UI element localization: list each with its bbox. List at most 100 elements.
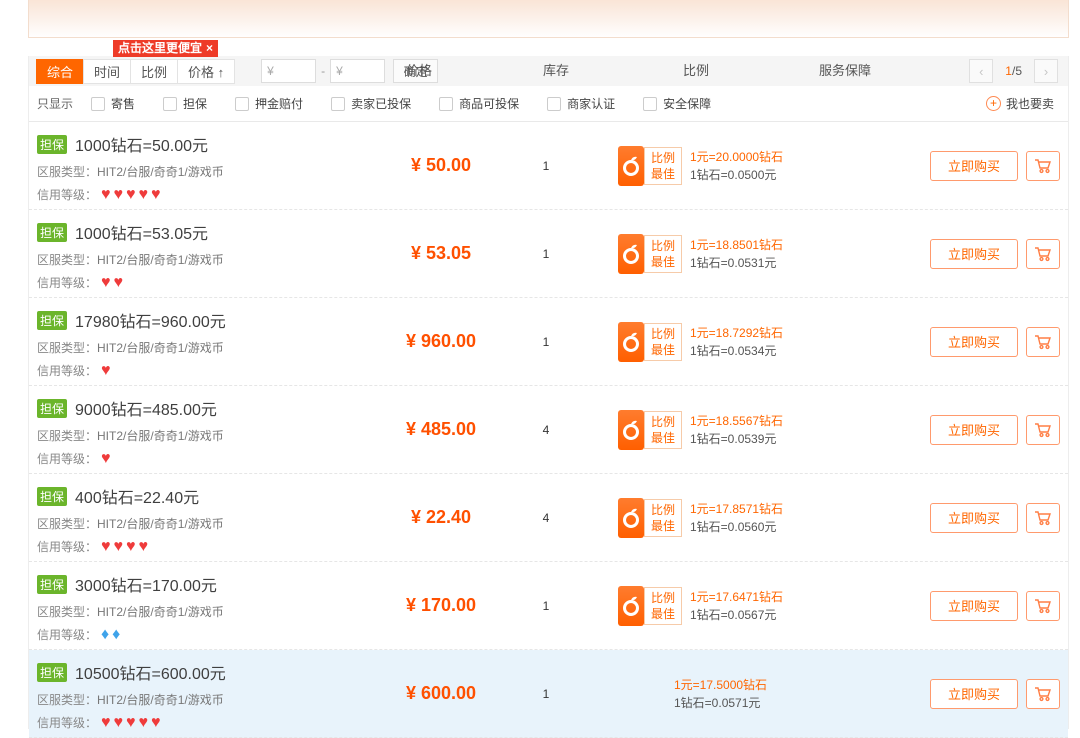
credit-heart-icons: ♥♥ — [101, 276, 126, 290]
listing-title[interactable]: 1000钻石=50.00元 — [75, 132, 208, 156]
close-icon[interactable]: × — [206, 41, 213, 55]
rate-primary: 1元=20.0000钻石 — [690, 148, 783, 166]
credit-label: 信用等级： — [37, 274, 97, 291]
checkbox[interactable] — [439, 97, 453, 111]
rate-primary: 1元=18.8501钻石 — [690, 236, 783, 254]
listing-title[interactable]: 10500钻石=600.00元 — [75, 660, 226, 684]
rate-primary: 1元=17.8571钻石 — [690, 500, 783, 518]
add-to-cart-button[interactable] — [1026, 239, 1060, 269]
listing-title[interactable]: 400钻石=22.40元 — [75, 484, 199, 508]
listing-ratio: 比例最佳 1元=18.5567钻石 1钻石=0.0539元 — [591, 386, 891, 473]
sort-tab-ratio[interactable]: 比例 — [130, 59, 178, 84]
buy-now-button[interactable]: 立即购买 — [930, 415, 1018, 445]
add-to-cart-button[interactable] — [1026, 679, 1060, 709]
buy-now-button[interactable]: 立即购买 — [930, 591, 1018, 621]
guarantee-badge: 担保 — [37, 487, 67, 506]
filter-safety[interactable]: 安全保障 — [643, 95, 711, 112]
listing-row[interactable]: 担保1000钻石=50.00元 区服类型：HIT2/台服/奇奇1/游戏币 信用等… — [29, 122, 1068, 210]
next-page-icon[interactable]: › — [1034, 59, 1058, 83]
rate-primary: 1元=17.6471钻石 — [690, 588, 783, 606]
cart-icon — [1034, 598, 1052, 614]
best-ratio-badge: 比例最佳 — [618, 586, 682, 626]
sort-tab-comprehensive[interactable]: 综合 — [36, 59, 84, 84]
checkbox[interactable] — [235, 97, 249, 111]
price-max-input[interactable] — [330, 59, 385, 83]
listing-stock: 1 — [501, 650, 591, 737]
rate-secondary: 1钻石=0.0539元 — [690, 430, 783, 448]
best-ratio-badge: 比例最佳 — [618, 146, 682, 186]
buy-now-button[interactable]: 立即购买 — [930, 239, 1018, 269]
credit-label: 信用等级： — [37, 626, 97, 643]
listings: 担保 1000钻石=50.00元 区服类型： HIT2/台服/奇奇1/游戏币 信用等… — [29, 122, 1068, 738]
cart-icon — [1034, 422, 1052, 438]
listing-price: ¥ 960.00 — [381, 298, 501, 385]
listings-panel: 点击这里更便宜× 综合 时间 比例 价格 ↑ - 确定 价格 库存 比例 服务保… — [28, 56, 1069, 729]
i-want-to-sell-link[interactable]: + 我也要卖 — [986, 95, 1054, 112]
promo-banner — [28, 0, 1069, 38]
server-type-value: HIT2/台服/奇奇1/游戏币 — [97, 253, 224, 267]
server-type-label: 区服类型： — [37, 693, 97, 707]
listing-info: 担保1000钻石=50.00元 区服类型：HIT2/台服/奇奇1/游戏币 信用等… — [29, 122, 381, 209]
column-header-ratio: 比例 — [683, 56, 709, 86]
listing-title[interactable]: 17980钻石=960.00元 — [75, 308, 226, 332]
listing-ratio: 比例最佳 1元=18.8501钻石 1钻石=0.0531元 — [591, 210, 891, 297]
page-indicator: 1/5 — [1005, 64, 1022, 78]
server-type-label: 区服类型： — [37, 517, 97, 531]
ratio-badge-text: 比例最佳 — [644, 323, 682, 361]
price-min-input[interactable] — [261, 59, 316, 83]
listing-title[interactable]: 1000钻石=53.05元 — [75, 220, 208, 244]
rate-lines: 1元=20.0000钻石 1钻石=0.0500元 — [690, 148, 783, 184]
rate-secondary: 1钻石=0.0500元 — [690, 166, 783, 184]
add-to-cart-button[interactable] — [1026, 591, 1060, 621]
checkbox[interactable] — [163, 97, 177, 111]
listing-price: ¥ 485.00 — [381, 386, 501, 473]
sort-toolbar: 点击这里更便宜× 综合 时间 比例 价格 ↑ - 确定 价格 库存 比例 服务保… — [29, 56, 1068, 86]
server-type-value: HIT2/台服/奇奇1/游戏币 — [97, 341, 224, 355]
add-to-cart-button[interactable] — [1026, 415, 1060, 445]
listing-stock: 1 — [501, 562, 591, 649]
listing-row[interactable]: 担保17980钻石=960.00元 区服类型：HIT2/台服/奇奇1/游戏币 信… — [29, 298, 1068, 386]
buy-now-button[interactable]: 立即购买 — [930, 151, 1018, 181]
listing-row[interactable]: 担保400钻石=22.40元 区服类型：HIT2/台服/奇奇1/游戏币 信用等级… — [29, 474, 1068, 562]
listing-row[interactable]: 担保9000钻石=485.00元 区服类型：HIT2/台服/奇奇1/游戏币 信用… — [29, 386, 1068, 474]
rate-primary: 1元=18.5567钻石 — [690, 412, 783, 430]
add-to-cart-button[interactable] — [1026, 151, 1060, 181]
listing-row[interactable]: 担保3000钻石=170.00元 区服类型：HIT2/台服/奇奇1/游戏币 信用… — [29, 562, 1068, 650]
ratio-best-icon — [618, 234, 644, 274]
sort-tab-price[interactable]: 价格 ↑ — [177, 59, 235, 84]
rate-lines: 1元=17.8571钻石 1钻石=0.0560元 — [690, 500, 783, 536]
buy-now-button[interactable]: 立即购买 — [930, 503, 1018, 533]
best-ratio-badge: 比例最佳 — [618, 322, 682, 362]
filter-consignment[interactable]: 寄售 — [91, 95, 135, 112]
filter-item-insurable[interactable]: 商品可投保 — [439, 95, 519, 112]
listing-title[interactable]: 3000钻石=170.00元 — [75, 572, 217, 596]
listing-info: 担保10500钻石=600.00元 区服类型：HIT2/台服/奇奇1/游戏币 信… — [29, 650, 381, 737]
buy-now-button[interactable]: 立即购买 — [930, 679, 1018, 709]
listing-ratio: 比例最佳 1元=17.8571钻石 1钻石=0.0560元 — [591, 474, 891, 561]
ratio-best-icon — [618, 146, 644, 186]
add-to-cart-button[interactable] — [1026, 503, 1060, 533]
ratio-badge-text: 比例最佳 — [644, 147, 682, 185]
prev-page-icon[interactable]: ‹ — [969, 59, 993, 83]
filter-seller-insured[interactable]: 卖家已投保 — [331, 95, 411, 112]
server-type-label: 区服类型： — [37, 165, 97, 179]
sort-tab-time[interactable]: 时间 — [83, 59, 131, 84]
plus-icon: + — [986, 96, 1001, 111]
add-to-cart-button[interactable] — [1026, 327, 1060, 357]
filter-deposit[interactable]: 押金赔付 — [235, 95, 303, 112]
listing-info: 担保3000钻石=170.00元 区服类型：HIT2/台服/奇奇1/游戏币 信用… — [29, 562, 381, 649]
filter-guarantee[interactable]: 担保 — [163, 95, 207, 112]
checkbox[interactable] — [547, 97, 561, 111]
checkbox[interactable] — [91, 97, 105, 111]
cart-icon — [1034, 158, 1052, 174]
listing-row[interactable]: 担保1000钻石=53.05元 区服类型：HIT2/台服/奇奇1/游戏币 信用等… — [29, 210, 1068, 298]
filter-merchant-verified[interactable]: 商家认证 — [547, 95, 615, 112]
listing-title[interactable]: 9000钻石=485.00元 — [75, 396, 217, 420]
credit-diamond-icons: ♦♦ — [101, 628, 123, 642]
buy-now-button[interactable]: 立即购买 — [930, 327, 1018, 357]
filter-option-label: 商家认证 — [567, 95, 615, 112]
guarantee-badge: 担保 — [37, 663, 67, 682]
checkbox[interactable] — [331, 97, 345, 111]
checkbox[interactable] — [643, 97, 657, 111]
listing-row[interactable]: 担保10500钻石=600.00元 区服类型：HIT2/台服/奇奇1/游戏币 信… — [29, 650, 1068, 738]
